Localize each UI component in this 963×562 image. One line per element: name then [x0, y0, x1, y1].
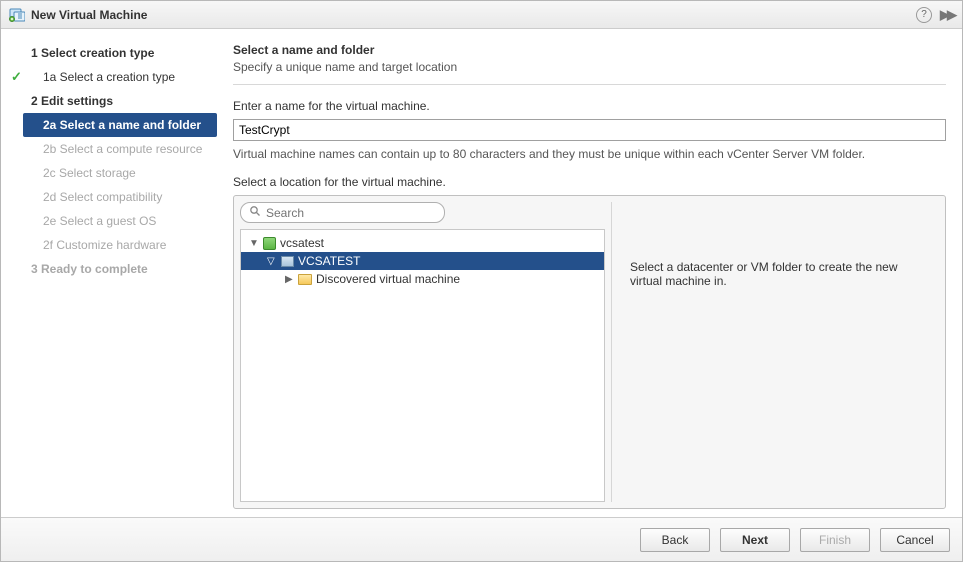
- help-icon[interactable]: ?: [916, 7, 932, 23]
- vm-name-input[interactable]: [233, 119, 946, 141]
- sidebar-step-1[interactable]: 1 Select creation type: [1, 41, 223, 65]
- tree-node-datacenter[interactable]: ▽ VCSATEST: [241, 252, 604, 270]
- vcenter-icon: [261, 236, 277, 250]
- sidebar-label: 2f Customize hardware: [43, 238, 166, 252]
- tree-node-folder[interactable]: ▶ Discovered virtual machine: [241, 270, 604, 288]
- new-vm-dialog: New Virtual Machine ? ▶▶ 1 Select creati…: [0, 0, 963, 562]
- sidebar-step-1a[interactable]: ✓ 1a Select a creation type: [1, 65, 223, 89]
- dialog-footer: Back Next Finish Cancel: [1, 517, 962, 561]
- expand-icon[interactable]: ▶▶: [940, 7, 954, 23]
- search-input[interactable]: [266, 206, 436, 220]
- dialog-title: New Virtual Machine: [31, 8, 916, 22]
- tree-label: vcsatest: [280, 236, 324, 250]
- wizard-sidebar: 1 Select creation type ✓ 1a Select a cre…: [1, 29, 223, 517]
- name-hint: Virtual machine names can contain up to …: [233, 147, 946, 161]
- sidebar-label: 2a Select a name and folder: [43, 118, 201, 132]
- tree-label: VCSATEST: [298, 254, 360, 268]
- page-title: Select a name and folder: [233, 43, 946, 57]
- location-tree[interactable]: ▼ vcsatest ▽ VCSATEST ▶: [240, 229, 605, 502]
- name-label: Enter a name for the virtual machine.: [233, 99, 946, 113]
- page-subtitle: Specify a unique name and target locatio…: [233, 60, 946, 74]
- checkmark-icon: ✓: [11, 69, 22, 85]
- tree-node-vcenter[interactable]: ▼ vcsatest: [241, 234, 604, 252]
- sidebar-step-2[interactable]: 2 Edit settings: [1, 89, 223, 113]
- vm-icon: [9, 7, 25, 23]
- location-label: Select a location for the virtual machin…: [233, 175, 946, 189]
- sidebar-label: 3 Ready to complete: [31, 262, 148, 276]
- sidebar-step-2b: 2b Select a compute resource: [1, 137, 223, 161]
- back-button[interactable]: Back: [640, 528, 710, 552]
- finish-button: Finish: [800, 528, 870, 552]
- sidebar-label: 2b Select a compute resource: [43, 142, 202, 156]
- sidebar-step-3: 3 Ready to complete: [1, 257, 223, 281]
- sidebar-step-2d: 2d Select compatibility: [1, 185, 223, 209]
- tree-label: Discovered virtual machine: [316, 272, 460, 286]
- sidebar-label: 2e Select a guest OS: [43, 214, 156, 228]
- search-field[interactable]: [240, 202, 445, 223]
- location-panel: ▼ vcsatest ▽ VCSATEST ▶: [233, 195, 946, 509]
- sidebar-label: 2c Select storage: [43, 166, 136, 180]
- sidebar-step-2e: 2e Select a guest OS: [1, 209, 223, 233]
- sidebar-label: 2 Edit settings: [31, 94, 113, 108]
- cancel-button[interactable]: Cancel: [880, 528, 950, 552]
- main-panel: Select a name and folder Specify a uniqu…: [223, 29, 962, 517]
- sidebar-label: 1 Select creation type: [31, 46, 154, 60]
- sidebar-step-2f: 2f Customize hardware: [1, 233, 223, 257]
- next-button[interactable]: Next: [720, 528, 790, 552]
- info-panel: Select a datacenter or VM folder to crea…: [611, 202, 939, 502]
- chevron-down-icon[interactable]: ▼: [249, 238, 261, 249]
- search-icon: [249, 205, 261, 220]
- sidebar-step-2c: 2c Select storage: [1, 161, 223, 185]
- sidebar-step-2a[interactable]: 2a Select a name and folder: [23, 113, 217, 137]
- folder-icon: [297, 272, 313, 286]
- dialog-body: 1 Select creation type ✓ 1a Select a cre…: [1, 29, 962, 517]
- sidebar-label: 1a Select a creation type: [43, 70, 175, 84]
- sidebar-label: 2d Select compatibility: [43, 190, 162, 204]
- titlebar: New Virtual Machine ? ▶▶: [1, 1, 962, 29]
- chevron-down-icon[interactable]: ▽: [267, 256, 279, 267]
- divider: [233, 84, 946, 85]
- chevron-right-icon[interactable]: ▶: [285, 274, 297, 285]
- info-text: Select a datacenter or VM folder to crea…: [630, 260, 897, 288]
- datacenter-icon: [279, 254, 295, 268]
